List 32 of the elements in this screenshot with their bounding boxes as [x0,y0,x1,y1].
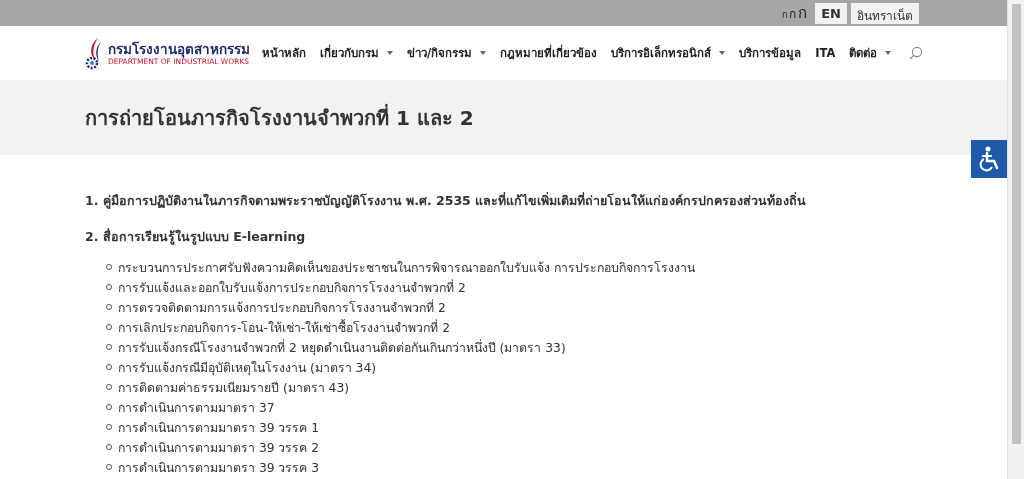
nav-item[interactable]: ข่าว/กิจกรรม [407,44,487,62]
list-link[interactable]: การตรวจติดตามการแจ้งการประกอบกิจการโรงงานจำพวกที่ 2 [118,297,446,317]
accessibility-button[interactable] [971,140,1007,178]
intranet-button[interactable]: อินทราเน็ต [851,2,919,24]
wheelchair-icon [977,146,1001,172]
list-link[interactable]: การรับแจ้งกรณีมีอุบัติเหตุในโรงงาน (มาตรา 34) [118,357,377,377]
logo-title: กรมโรงงานอุตสาหกรรม [108,40,250,57]
list-link[interactable]: การดำเนินการตามมาตรา 39 วรรค 1 [118,417,320,437]
scrollbar[interactable] [1007,0,1024,479]
language-button[interactable]: EN [815,2,847,24]
nav-item[interactable]: ITA [815,46,836,60]
nav-item[interactable]: ติดต่อ [849,44,892,62]
section-heading: 2. สื่อการเรียนรู้ในรูปแบบ E-learning [85,229,307,245]
list-link[interactable]: การเลิกประกอบกิจการ-โอน-ให้เช่า-ให้เช่าซื้อโรงงานจำพวกที่ 2 [118,317,451,337]
font-size-button[interactable]: ก [798,1,808,25]
font-size-button[interactable]: ก [789,4,797,23]
list-link[interactable]: การดำเนินการตามมาตรา 39 วรรค 3 [118,457,320,477]
nav-item[interactable]: หน้าหลัก [262,44,306,62]
search-icon[interactable] [909,46,924,60]
section-heading: 1. คู่มือการปฏิบัติงานในภารกิจตามพระราชบัญญัติโรงงาน พ.ศ. 2535 และที่แก้ไขเพิ่มเติมที่ถ่ายโอนให้แก่องค์กรปกครองส่วนท้องถิ่น [85,193,808,209]
list-link[interactable]: การรับแจ้งกรณีโรงงานจำพวกที่ 2 หยุดดำเนินงานติดต่อกันเกินกว่าหนึ่งปี (มาตรา 33) [118,337,566,357]
list-link[interactable]: การดำเนินการตามมาตรา 37 [118,397,275,417]
nav-item[interactable]: บริการข้อมูล [739,44,802,62]
nav-item[interactable]: เกี่ยวกับกรม [320,44,393,62]
font-size-button[interactable]: ก [782,8,788,22]
list-link[interactable]: การรับแจ้งและออกใบรับแจ้งการประกอบกิจการโรงงานจำพวกที่ 2 [118,277,466,297]
nav-item[interactable]: กฎหมายที่เกี่ยวข้อง [500,44,598,62]
list-link[interactable]: การดำเนินการตามมาตรา 39 วรรค 2 [118,437,320,457]
page-title: การถ่ายโอนภารกิจโรงงานจำพวกที่ 1 และ 2 [85,103,474,132]
list-link[interactable]: การติดตามค่าธรรมเนียมรายปี (มาตรา 43) [118,377,350,397]
nav-item[interactable]: บริการอิเล็กทรอนิกส์ [611,44,726,62]
list-link[interactable]: กระบวนการประกาศรับฟังความคิดเห็นของประชาชนในการพิจารณาออกใบรับแจ้ง การประกอบกิจการโรงงาน [118,257,695,277]
